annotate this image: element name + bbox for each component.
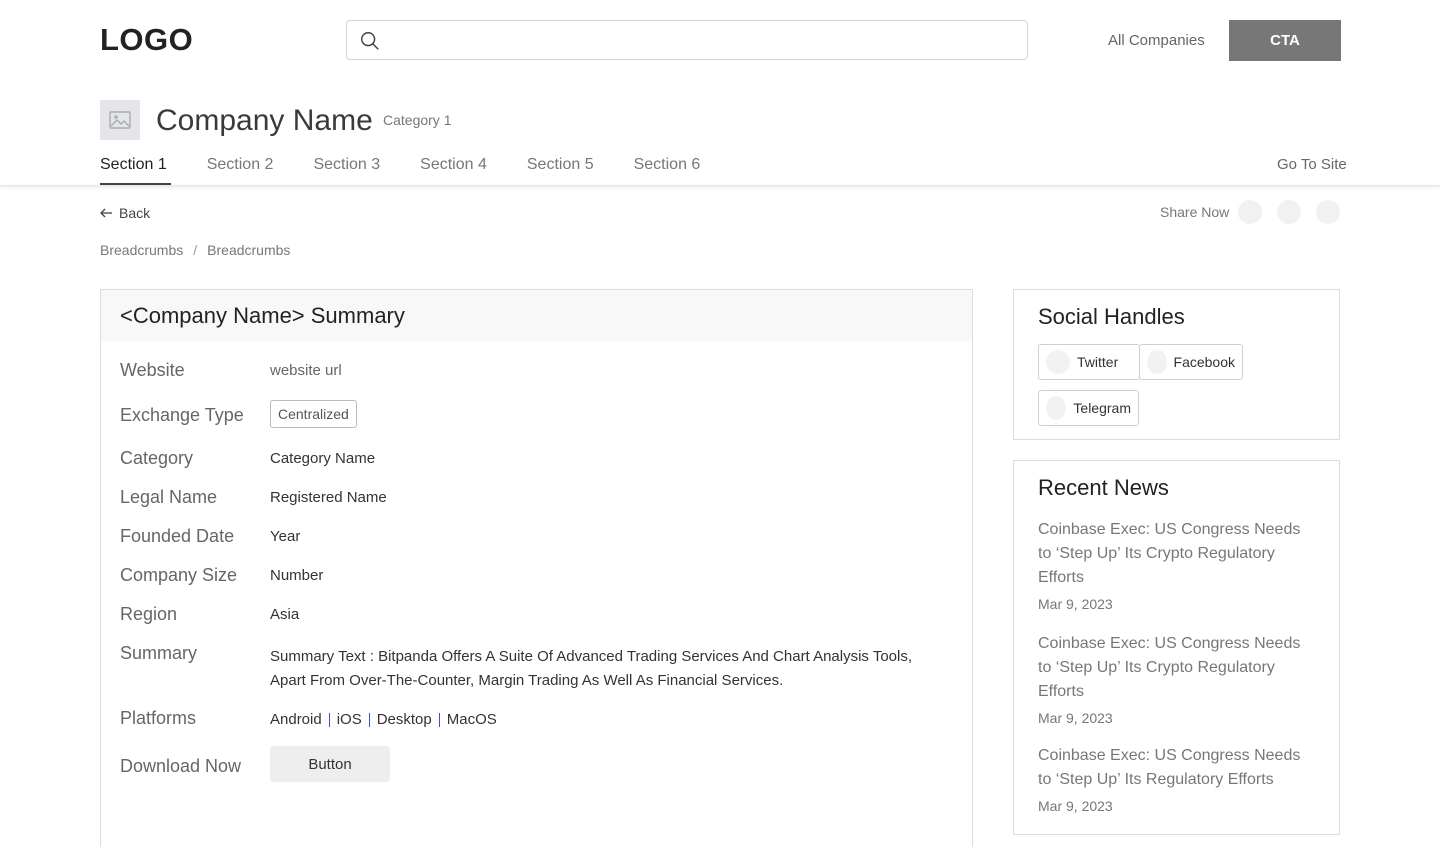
- search-bar[interactable]: [346, 20, 1028, 60]
- go-to-site-link[interactable]: Go To Site: [1277, 156, 1347, 173]
- founded-date-value: Year: [270, 528, 301, 545]
- facebook-icon: [1147, 350, 1167, 374]
- search-icon: [361, 32, 379, 50]
- recent-news-title: Recent News: [1038, 475, 1169, 500]
- summary-label: Summary: [120, 643, 198, 663]
- twitter-chip[interactable]: Twitter: [1038, 344, 1140, 380]
- news-item[interactable]: Coinbase Exec: US Congress Needs to ‘Ste…: [1038, 744, 1318, 814]
- exchange-type-row: Exchange Type Centralized: [120, 400, 357, 428]
- summary-text: Summary Text : Bitpanda Offers A Suite O…: [270, 648, 913, 689]
- platform-item: MacOS: [446, 711, 497, 728]
- founded-date-label: Founded Date: [120, 526, 235, 546]
- telegram-chip[interactable]: Telegram: [1038, 390, 1139, 426]
- social-handles-panel: Social Handles Twitter Facebook Telegram: [1013, 289, 1340, 440]
- facebook-label: Facebook: [1173, 354, 1235, 370]
- platform-divider: [328, 712, 330, 727]
- region-value: Asia: [270, 606, 300, 623]
- news-title[interactable]: Coinbase Exec: US Congress Needs to ‘Ste…: [1038, 518, 1318, 590]
- social-handles-title: Social Handles: [1038, 304, 1185, 329]
- recent-news-panel: Recent News Coinbase Exec: US Congress N…: [1013, 460, 1340, 835]
- news-item[interactable]: Coinbase Exec: US Congress Needs to ‘Ste…: [1038, 518, 1318, 612]
- company-size-value: Number: [270, 567, 324, 584]
- breadcrumb: Breadcrumbs / Breadcrumbs: [100, 242, 290, 258]
- arrow-left-icon: [100, 208, 112, 218]
- search-input[interactable]: [391, 27, 1011, 53]
- platform-divider: [368, 712, 370, 727]
- website-label: Website: [120, 360, 185, 380]
- tab-section-5[interactable]: Section 5: [527, 156, 594, 185]
- website-row: Website website url: [120, 360, 342, 381]
- company-category: Category 1: [383, 112, 452, 128]
- region-label: Region: [120, 604, 178, 624]
- platform-divider: [438, 712, 440, 727]
- platform-item: Android: [270, 711, 322, 728]
- back-link[interactable]: Back: [100, 205, 150, 221]
- news-item[interactable]: Coinbase Exec: US Congress Needs to ‘Ste…: [1038, 632, 1318, 726]
- exchange-type-badge: Centralized: [270, 400, 357, 428]
- share-label: Share Now: [1160, 204, 1230, 220]
- share-icon-2[interactable]: [1277, 200, 1301, 224]
- category-row: Category Category Name: [120, 448, 375, 469]
- twitter-icon: [1046, 350, 1070, 374]
- company-size-label: Company Size: [120, 565, 238, 585]
- tabs-divider: [0, 185, 1440, 187]
- news-date: Mar 9, 2023: [1038, 596, 1113, 612]
- region-row: Region Asia: [120, 604, 299, 625]
- image-icon: [109, 111, 131, 129]
- facebook-chip[interactable]: Facebook: [1139, 344, 1243, 380]
- breadcrumb-item[interactable]: Breadcrumbs: [100, 242, 183, 258]
- company-logo-placeholder: [100, 100, 140, 140]
- breadcrumb-item[interactable]: Breadcrumbs: [207, 242, 290, 258]
- news-title[interactable]: Coinbase Exec: US Congress Needs to ‘Ste…: [1038, 632, 1318, 704]
- cta-button[interactable]: CTA: [1229, 20, 1341, 61]
- news-title[interactable]: Coinbase Exec: US Congress Needs to ‘Ste…: [1038, 744, 1318, 792]
- tab-section-2[interactable]: Section 2: [207, 156, 274, 185]
- founded-date-row: Founded Date Year: [120, 526, 300, 547]
- platforms-row: Platforms Android iOS Desktop MacOS: [120, 708, 497, 729]
- back-label: Back: [119, 205, 151, 221]
- category-value: Category Name: [270, 450, 376, 467]
- platform-item: Desktop: [376, 711, 432, 728]
- platform-item: iOS: [336, 711, 362, 728]
- company-name: Company Name: [156, 104, 373, 137]
- legal-name-value: Registered Name: [270, 489, 387, 506]
- download-label: Download Now: [120, 756, 242, 776]
- twitter-label: Twitter: [1077, 354, 1119, 370]
- tab-section-6[interactable]: Section 6: [634, 156, 701, 185]
- share-icon-3[interactable]: [1316, 200, 1340, 224]
- website-value[interactable]: website url: [270, 362, 342, 381]
- summary-title: <Company Name> Summary: [101, 290, 972, 341]
- company-size-row: Company Size Number: [120, 565, 323, 586]
- telegram-icon: [1046, 396, 1067, 420]
- category-label: Category: [120, 448, 194, 468]
- summary-row: Summary Summary Text : Bitpanda Offers A…: [120, 643, 950, 693]
- legal-name-label: Legal Name: [120, 487, 218, 507]
- tab-section-1[interactable]: Section 1: [100, 156, 171, 185]
- logo[interactable]: LOGO: [100, 22, 193, 58]
- share-icon-1[interactable]: [1238, 200, 1262, 224]
- telegram-label: Telegram: [1073, 400, 1131, 416]
- news-date: Mar 9, 2023: [1038, 710, 1113, 726]
- breadcrumb-separator: /: [193, 242, 198, 258]
- news-date: Mar 9, 2023: [1038, 798, 1113, 814]
- exchange-type-label: Exchange Type: [120, 405, 244, 425]
- legal-name-row: Legal Name Registered Name: [120, 487, 387, 508]
- section-tabs: Section 1 Section 2 Section 3 Section 4 …: [100, 156, 740, 186]
- platforms-label: Platforms: [120, 708, 197, 728]
- download-row: Download Now Button: [120, 746, 390, 782]
- tab-section-3[interactable]: Section 3: [313, 156, 380, 185]
- all-companies-link[interactable]: All Companies: [1108, 32, 1205, 49]
- platforms-list: Android iOS Desktop MacOS: [270, 710, 497, 729]
- summary-panel: <Company Name> Summary Website website u…: [100, 289, 973, 847]
- download-button[interactable]: Button: [270, 746, 390, 782]
- tab-section-4[interactable]: Section 4: [420, 156, 487, 185]
